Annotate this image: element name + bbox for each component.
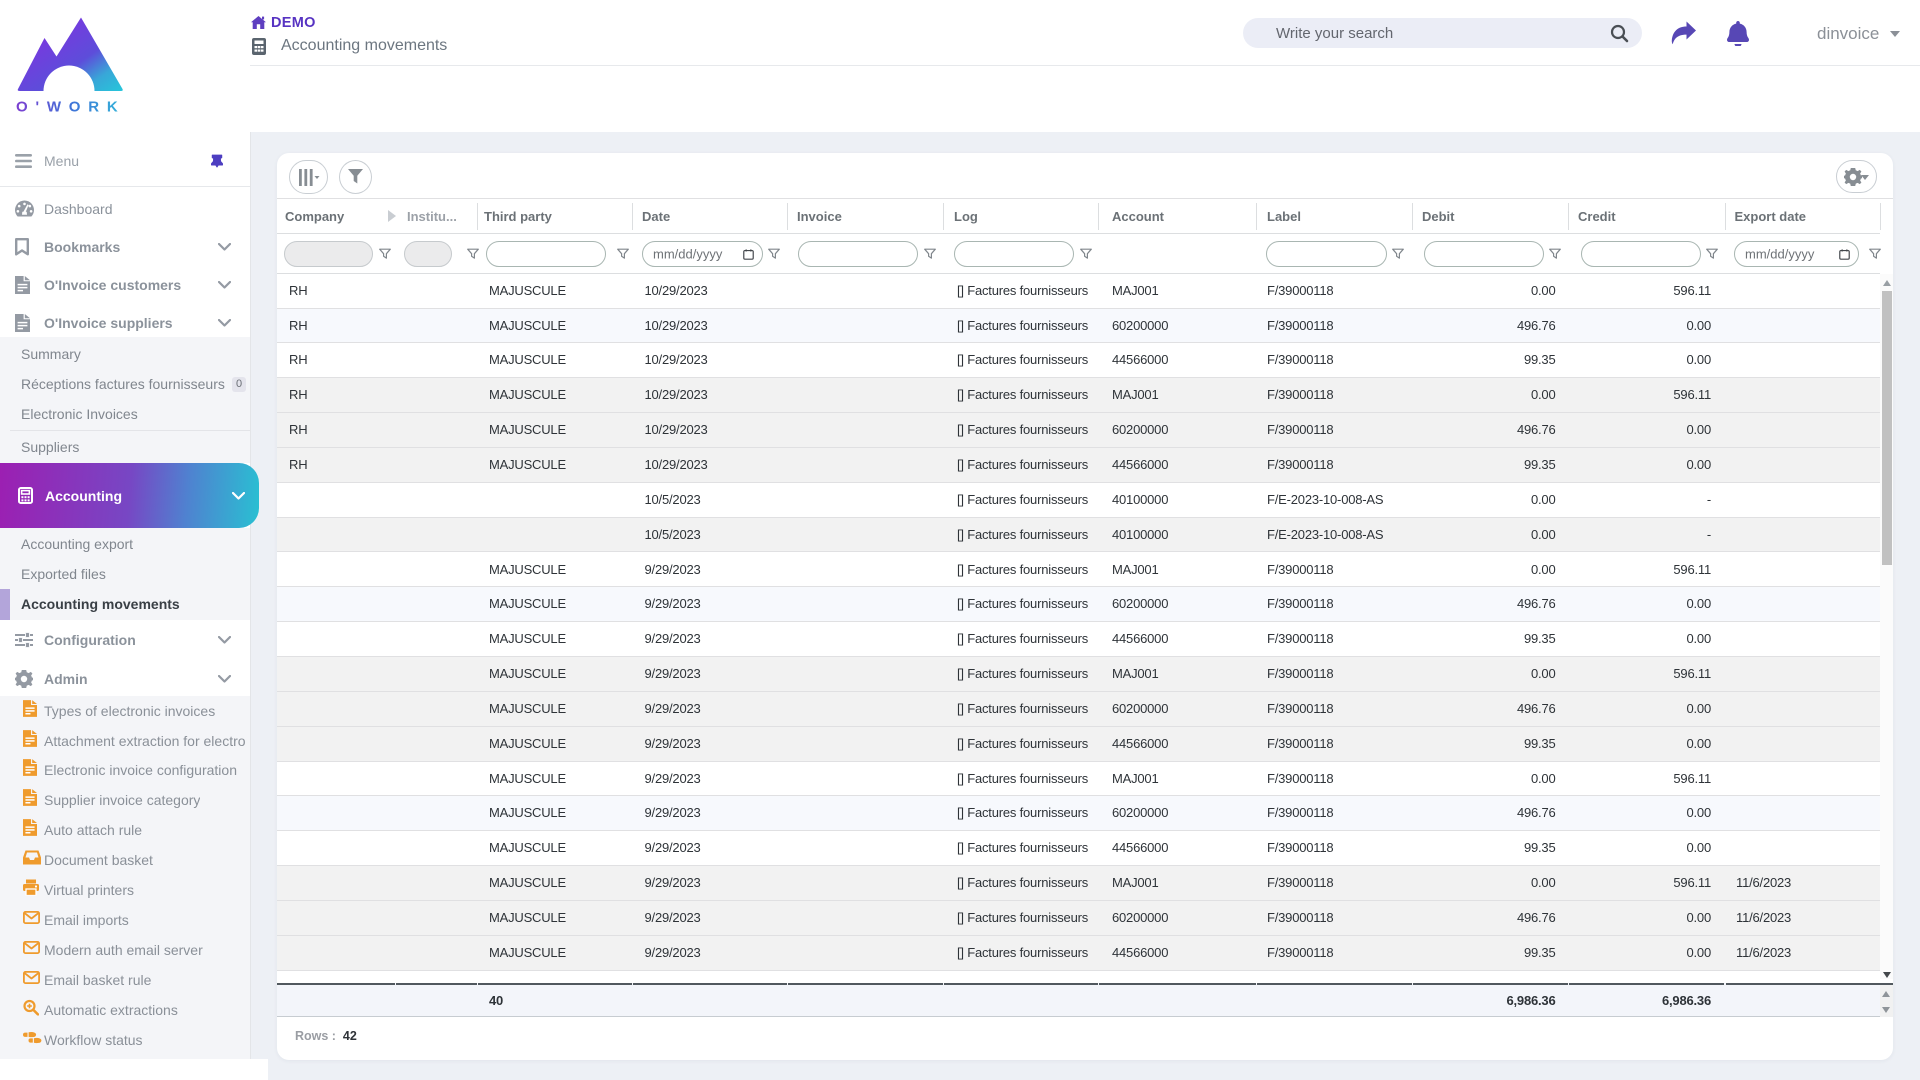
svg-text:O'WORK: O'WORK [16,99,126,116]
